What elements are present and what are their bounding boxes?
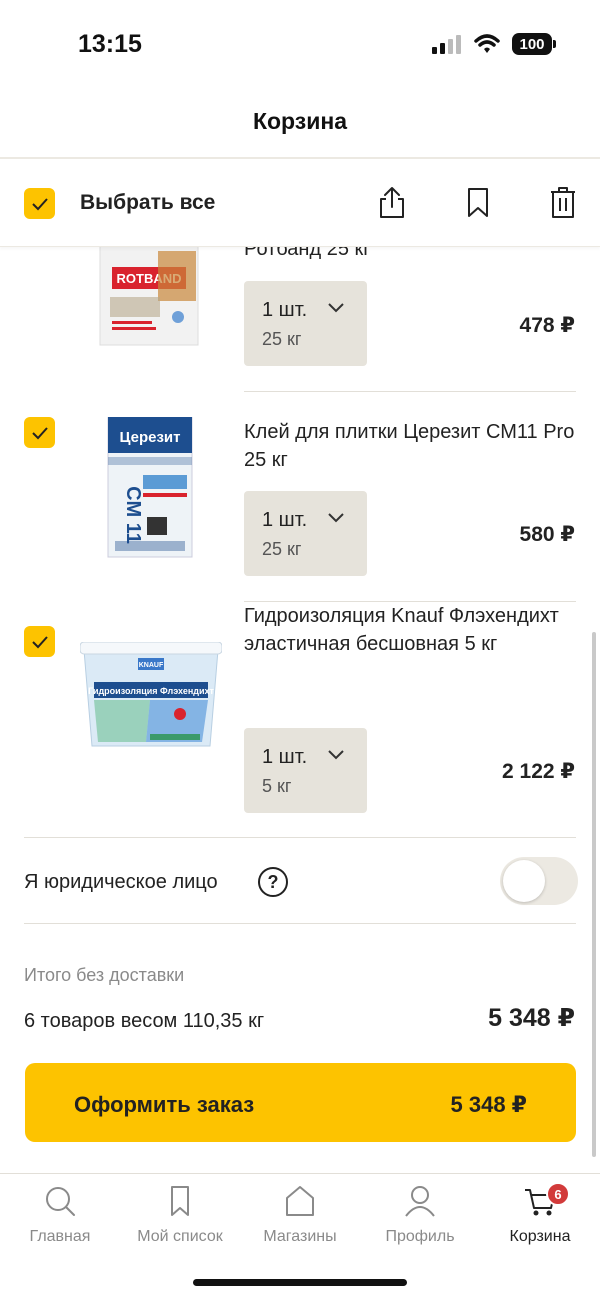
wifi-icon [474, 34, 500, 53]
quantity-value: 1 шт. [262, 746, 308, 768]
search-icon [46, 1187, 75, 1216]
store-icon [286, 1186, 314, 1216]
checkout-button-price: 5 348 ₽ [450, 1092, 527, 1117]
item-price: 478 ₽ [519, 314, 575, 337]
status-time: 13:15 [78, 30, 142, 58]
product-image-ceresit: Церезит CM 11 [107, 417, 193, 558]
select-all-label[interactable]: Выбрать все [80, 191, 215, 215]
share-icon[interactable] [377, 185, 407, 219]
tab-cart[interactable]: 6 Корзина [480, 1182, 600, 1254]
tab-label: Корзина [509, 1228, 571, 1245]
product-image-knauf: KNAUF Гидроизоляция Флэхендихт [80, 642, 222, 747]
item-checkbox[interactable] [24, 417, 55, 448]
checkmark-icon [31, 426, 48, 439]
total-description: 6 товаров весом 110,35 кг [24, 1010, 265, 1032]
status-icons: 100 [432, 33, 556, 55]
bookmark-icon[interactable] [463, 185, 493, 219]
trash-icon[interactable] [548, 185, 578, 219]
select-all-checkbox[interactable] [24, 188, 55, 219]
product-label: Гидроизоляция Флэхендихт [88, 686, 214, 696]
total-caption: Итого без доставки [24, 965, 185, 985]
checkmark-icon [31, 197, 48, 210]
quantity-weight: 5 кг [262, 776, 292, 796]
checkout-button[interactable]: Оформить заказ 5 348 ₽ [25, 1063, 576, 1142]
page-title: Корзина [252, 108, 348, 134]
quantity-selector[interactable]: 1 шт. 25 кг [244, 491, 367, 576]
item-checkbox[interactable] [24, 626, 55, 657]
brand-label: KNAUF [139, 662, 164, 669]
quantity-value: 1 шт. [262, 299, 308, 321]
item-price: 2 122 ₽ [502, 760, 575, 783]
tab-home[interactable]: Главная [0, 1184, 120, 1254]
brand-label: Церезит [119, 429, 180, 446]
chevron-down-icon [328, 303, 344, 313]
status-bar: 13:15 100 [0, 0, 600, 90]
tab-profile[interactable]: Профиль [360, 1184, 480, 1254]
divider [24, 923, 576, 924]
cart-items-list: ROTBAND Ротбанд 25 кг 1 шт. 25 кг 478 ₽ … [0, 247, 600, 837]
tab-label: Профиль [385, 1228, 455, 1245]
checkmark-icon [31, 635, 48, 648]
cart-item: KNAUF Гидроизоляция Флэхендихт Гидроизол… [0, 602, 600, 837]
quantity-selector[interactable]: 1 шт. 25 кг [244, 281, 367, 366]
cart-badge: 6 [546, 1182, 570, 1206]
legal-entity-toggle[interactable] [500, 857, 578, 905]
select-bar: Выбрать все [0, 157, 600, 247]
quantity-selector[interactable]: 1 шт. 5 кг [244, 728, 367, 813]
toggle-knob [503, 860, 545, 902]
total-amount: 5 348 ₽ [488, 1004, 575, 1032]
chevron-down-icon [328, 513, 344, 523]
battery-icon: 100 [512, 33, 556, 55]
item-title[interactable]: Гидроизоляция Knauf Флэхендихт эластична… [244, 602, 584, 658]
cart-item: ROTBAND Ротбанд 25 кг 1 шт. 25 кг 478 ₽ [0, 247, 600, 392]
divider [24, 837, 576, 838]
tab-label: Мой список [137, 1228, 223, 1245]
checkout-button-label: Оформить заказ [74, 1092, 255, 1117]
quantity-weight: 25 кг [262, 329, 302, 349]
tab-my-list[interactable]: Мой список [120, 1184, 240, 1254]
legal-entity-label: Я юридическое лицо [24, 871, 218, 893]
scrollbar[interactable] [592, 632, 596, 1157]
product-code: CM 11 [122, 486, 144, 544]
bookmark-icon [171, 1186, 189, 1216]
item-price: 580 ₽ [519, 523, 575, 546]
item-title[interactable]: Ротбанд 25 кг [244, 247, 584, 263]
quantity-weight: 25 кг [262, 539, 302, 559]
quantity-value: 1 шт. [262, 509, 308, 531]
tab-label: Магазины [263, 1228, 337, 1245]
cart-item: Церезит CM 11 Клей для плитки Церезит СМ… [0, 392, 600, 602]
chevron-down-icon [328, 750, 344, 760]
profile-icon [405, 1186, 435, 1217]
home-indicator [193, 1279, 407, 1286]
help-icon[interactable]: ? [258, 867, 288, 897]
signal-icon [432, 35, 461, 54]
tab-stores[interactable]: Магазины [240, 1184, 360, 1254]
tab-label: Главная [29, 1228, 91, 1245]
item-title[interactable]: Клей для плитки Церезит СМ11 Pro 25 кг [244, 418, 584, 474]
product-image-rotband: ROTBAND [99, 247, 199, 346]
